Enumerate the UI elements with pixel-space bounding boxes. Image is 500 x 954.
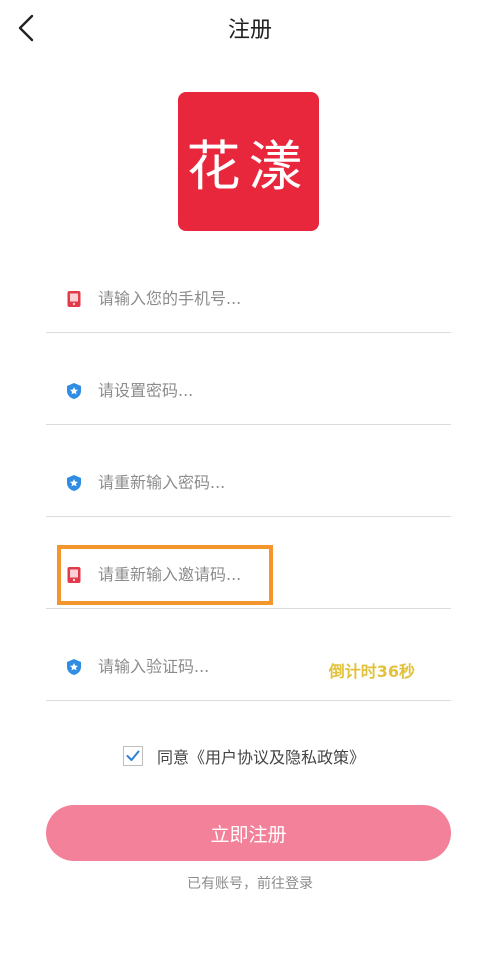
verification-code-input[interactable] [98, 657, 298, 676]
checkmark-icon [126, 750, 140, 761]
shield-icon [67, 659, 81, 675]
shield-icon [67, 383, 81, 399]
agreement-text[interactable]: 同意《用户协议及隐私政策》 [157, 744, 365, 768]
header: 注册 [0, 0, 500, 56]
highlight-box [57, 545, 273, 605]
agreement-checkbox[interactable] [123, 746, 143, 766]
logo-text: 花漾 [186, 135, 311, 198]
countdown-timer[interactable]: 倒计时36秒 [329, 658, 415, 682]
confirm-password-input[interactable] [98, 473, 348, 492]
phone-input[interactable] [98, 289, 348, 308]
register-button[interactable]: 立即注册 [46, 805, 451, 861]
agreement-row: 同意《用户协议及隐私政策》 [123, 744, 365, 768]
page-title: 注册 [227, 18, 272, 43]
confirm-password-field [46, 424, 451, 517]
shield-icon [67, 475, 81, 491]
app-logo: 花漾 [178, 92, 319, 231]
password-input[interactable] [98, 381, 348, 400]
phone-field [46, 240, 451, 333]
password-field [46, 332, 451, 425]
phone-icon [67, 291, 81, 307]
login-link[interactable]: 已有账号，前往登录 [0, 873, 500, 893]
verification-code-field: 倒计时36秒 [46, 608, 451, 701]
